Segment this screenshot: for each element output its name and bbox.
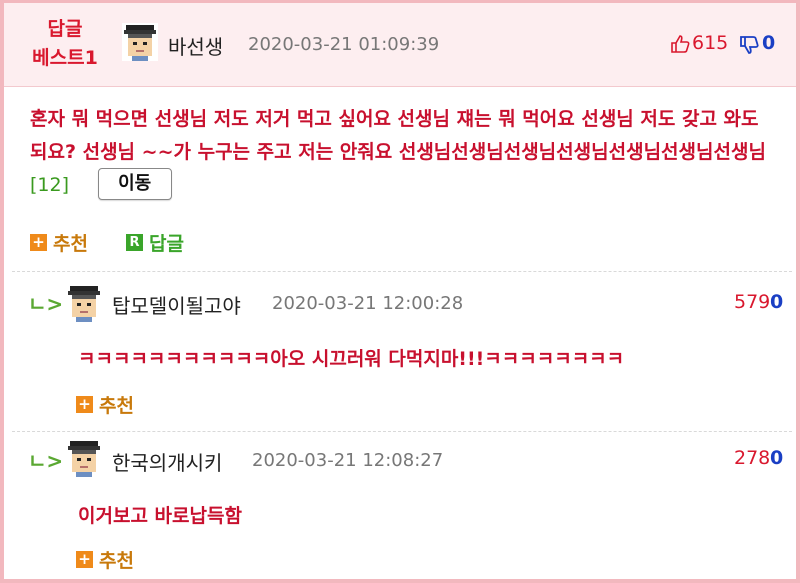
comment-like-count: 278: [734, 447, 771, 469]
avatar-icon[interactable]: [66, 284, 102, 322]
comment-text: ㅋㅋㅋㅋㅋㅋㅋㅋㅋㅋㅋ아오 시끄러워 다먹지마!!!ㅋㅋㅋㅋㅋㅋㅋㅋ: [78, 348, 625, 370]
reply-arrow-icon: ㄴ>: [28, 449, 64, 473]
recommend-button[interactable]: + 추천: [76, 546, 134, 573]
divider: [12, 431, 792, 432]
post-date: 2020-03-21 01:09:39: [248, 34, 440, 55]
best-badge-line2: 베스트1: [32, 47, 98, 69]
post-text: 혼자 뭐 먹으면 선생님 저도 저거 먹고 싶어요 선생님 쟤는 뭐 먹어요 선…: [30, 108, 766, 163]
plus-icon: +: [30, 234, 47, 251]
comment-like-count: 579: [734, 291, 771, 313]
plus-icon: +: [76, 396, 93, 413]
dislike-count: 0: [762, 32, 776, 54]
comment-date: 2020-03-21 12:00:28: [272, 293, 464, 314]
reply-label: 답글: [149, 233, 184, 255]
avatar-icon[interactable]: [66, 439, 102, 477]
divider: [12, 271, 792, 272]
comment-text: 이거보고 바로납득함: [78, 505, 242, 527]
best-badge: 답글 베스트1: [26, 15, 104, 73]
like-count: 615: [692, 32, 729, 54]
author-nickname[interactable]: 바선생: [168, 31, 223, 60]
move-button[interactable]: 이동: [97, 167, 172, 200]
reply-arrow-icon: ㄴ>: [28, 292, 64, 316]
comment-dislike-count: 0: [770, 291, 784, 313]
reply-count[interactable]: [12]: [30, 174, 69, 196]
thumbs-up-icon[interactable]: [670, 34, 690, 54]
recommend-button[interactable]: + 추천: [76, 391, 134, 418]
comment-nickname[interactable]: 한국의개시키: [112, 447, 222, 476]
recommend-label: 추천: [99, 395, 134, 417]
comment-dislike-count: 0: [770, 447, 784, 469]
recommend-label: 추천: [99, 550, 134, 572]
post-content: 혼자 뭐 먹으면 선생님 저도 저거 먹고 싶어요 선생님 쟤는 뭐 먹어요 선…: [30, 103, 780, 202]
best-reply-header: 답글 베스트1 바선생 2020-03-21 01:09:39 615 0: [4, 3, 796, 87]
best-badge-line1: 답글: [47, 18, 83, 40]
recommend-button[interactable]: + 추천: [30, 229, 88, 256]
comment-date: 2020-03-21 12:08:27: [252, 450, 444, 471]
thumbs-down-icon[interactable]: [739, 35, 759, 55]
reply-button[interactable]: R 답글: [126, 229, 184, 256]
reply-r-icon: R: [126, 234, 143, 251]
comment-nickname[interactable]: 탑모델이될고야: [112, 290, 241, 319]
avatar-icon[interactable]: [122, 23, 158, 61]
plus-icon: +: [76, 551, 93, 568]
recommend-label: 추천: [53, 233, 88, 255]
post-frame: 답글 베스트1 바선생 2020-03-21 01:09:39 615 0 혼자…: [0, 0, 800, 583]
